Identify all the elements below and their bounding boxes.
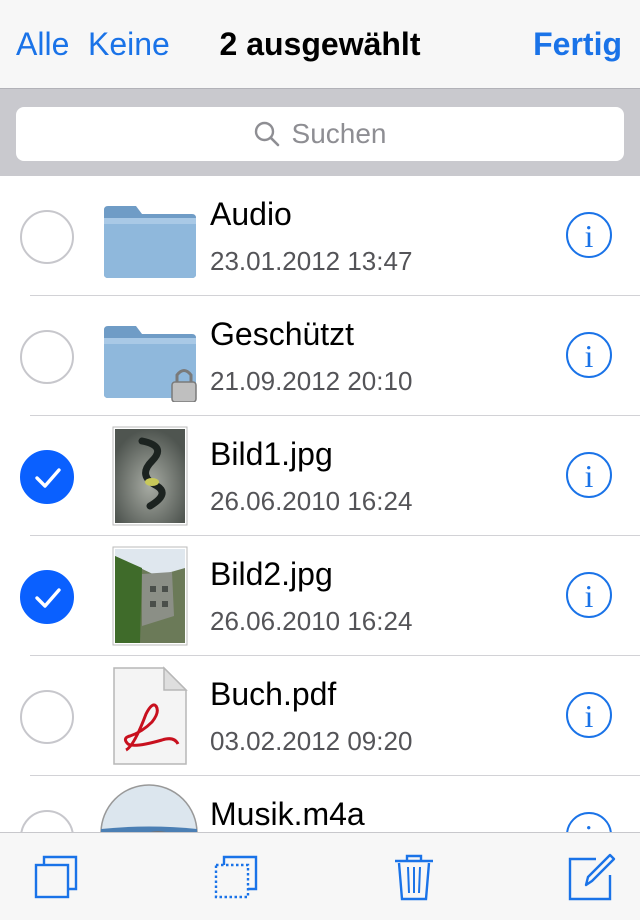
info-icon[interactable]: i [566,452,612,498]
file-name: Musik.m4a [210,796,365,832]
selection-circle[interactable] [20,690,74,744]
search-placeholder: Suchen [291,118,387,149]
info-icon[interactable]: i [566,692,612,738]
selection-circle[interactable] [20,810,74,832]
navigation-bar: Alle Keine 2 ausgewählt Fertig [0,0,640,88]
file-date: 21.09.2012 20:10 [210,366,413,396]
file-name: Geschützt [210,316,355,352]
copy-icon[interactable] [32,853,80,901]
search-input[interactable]: Suchen [16,107,624,161]
file-list: Audio 23.01.2012 13:47 i Geschützt 21.09… [0,176,640,832]
list-item[interactable]: Bild1.jpg 26.06.2010 16:24 i [0,416,640,536]
info-icon[interactable]: i [566,212,612,258]
list-item[interactable]: Musik.m4a i [0,776,640,832]
list-item[interactable]: Audio 23.01.2012 13:47 i [0,176,640,296]
image-thumbnail [112,426,188,526]
file-date: 26.06.2010 16:24 [210,486,413,516]
locked-folder-icon [104,326,197,402]
file-date: 26.06.2010 16:24 [210,606,413,636]
folder-icon [104,206,196,278]
audio-artwork-thumbnail [100,784,198,832]
file-name: Audio [210,196,292,232]
list-item[interactable]: Geschützt 21.09.2012 20:10 i [0,296,640,416]
duplicate-icon[interactable] [212,853,260,901]
checkmark-icon [35,588,61,608]
bottom-toolbar [0,832,640,920]
image-thumbnail [112,546,188,646]
selection-circle-checked[interactable] [20,450,74,504]
selection-circle[interactable] [20,330,74,384]
trash-icon[interactable] [390,853,438,901]
file-name: Bild2.jpg [210,556,333,592]
search-bar: Suchen [0,88,640,176]
selection-circle[interactable] [20,210,74,264]
list-item[interactable]: Bild2.jpg 26.06.2010 16:24 i [0,536,640,656]
file-date: 23.01.2012 13:47 [210,246,413,276]
file-name: Buch.pdf [210,676,337,712]
selection-circle-checked[interactable] [20,570,74,624]
done-button[interactable]: Fertig [533,0,622,88]
list-item[interactable]: Buch.pdf 03.02.2012 09:20 i [0,656,640,776]
checkmark-icon [35,468,61,488]
file-date: 03.02.2012 09:20 [210,726,413,756]
info-icon[interactable]: i [566,572,612,618]
pdf-file-icon [113,666,188,765]
info-icon[interactable]: i [566,812,612,832]
info-icon[interactable]: i [566,332,612,378]
file-name: Bild1.jpg [210,436,333,472]
compose-icon[interactable] [568,853,616,901]
search-icon [254,121,279,147]
